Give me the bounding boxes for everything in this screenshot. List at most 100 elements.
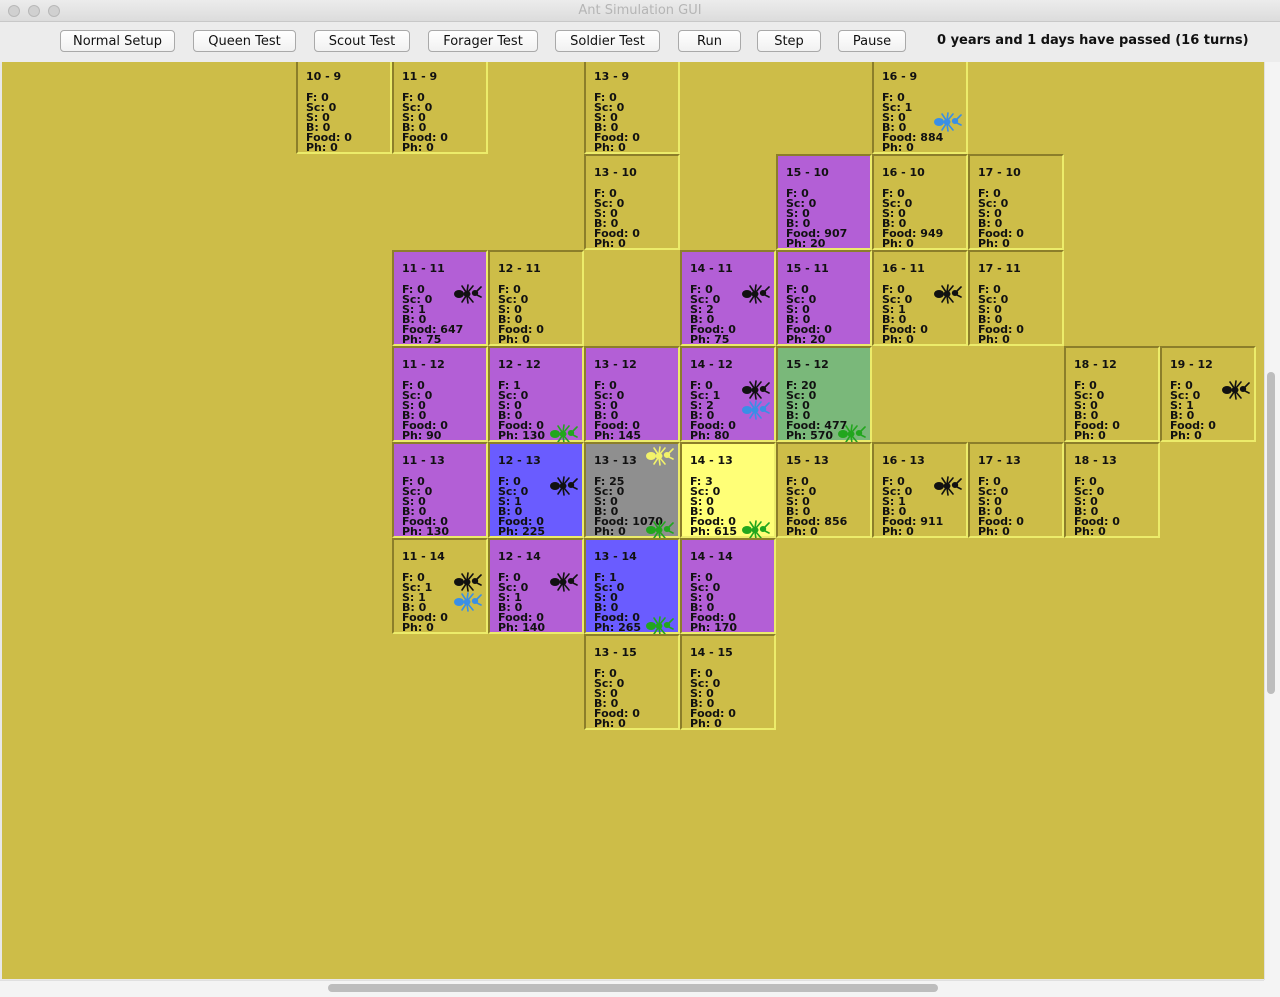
grid-cell[interactable]: 11 - 14 F: 0 Sc: 1 S: 1 B: 0 Food: 0 Ph: 0 <box>392 538 488 634</box>
stat-value: 0 <box>1194 429 1202 442</box>
stat-value: 0 <box>1016 323 1024 336</box>
cell-coordinate: 13 - 15 <box>594 646 637 659</box>
grid-cell[interactable]: 16 - 10 F: 0 Sc: 0 S: 0 B: 0 Food: 949 Ph: 0 <box>872 154 968 250</box>
stat-value: 0 <box>618 717 626 730</box>
colony-grid[interactable]: 10 - 9 F: 0 Sc: 0 S: 0 B: 0 Food: 0 Ph: 0 11 - … <box>2 62 1264 979</box>
stat-value: 949 <box>920 227 944 240</box>
stat-value: 75 <box>714 333 730 346</box>
grid-cell[interactable]: 10 - 9 F: 0 Sc: 0 S: 0 B: 0 Food: 0 Ph: 0 <box>296 62 392 154</box>
cell-stats: F: 0 Sc: 0 S: 1 B: 0 Food: 0 Ph: 0 <box>882 284 928 345</box>
grid-cell[interactable]: 12 - 14 F: 0 Sc: 0 S: 1 B: 0 Food: 0 Ph: 140 <box>488 538 584 634</box>
grid-cell[interactable]: 13 - 10 F: 0 Sc: 0 S: 0 B: 0 Food: 0 Ph: 0 <box>584 154 680 250</box>
grid-cell[interactable]: 15 - 10 F: 0 Sc: 0 S: 0 B: 0 Food: 907 Ph: 20 <box>776 154 872 250</box>
scout-test-button[interactable]: Scout Test <box>314 30 410 52</box>
stat-value: 0 <box>904 485 913 498</box>
horizontal-scroll-thumb[interactable] <box>328 984 938 992</box>
stat-label: Ph: <box>690 429 715 442</box>
stat-label: Ph: <box>594 717 619 730</box>
blue-ant-icon <box>740 400 770 420</box>
pheromone-level: Ph: 0 <box>594 717 640 730</box>
stat-value: 0 <box>714 717 722 730</box>
grid-cell[interactable]: 15 - 12 F: 20 Sc: 0 S: 0 B: 0 Food: 477 Ph: 57… <box>776 346 872 444</box>
stat-value: 911 <box>920 515 944 528</box>
normal-setup-button[interactable]: Normal Setup <box>60 30 175 52</box>
grid-cell[interactable]: 14 - 15 F: 0 Sc: 0 S: 0 B: 0 Food: 0 Ph: 0 <box>680 634 776 730</box>
cell-stats: F: 0 Sc: 0 S: 0 B: 0 Food: 0 Ph: 0 <box>1074 380 1120 441</box>
cell-coordinate: 11 - 12 <box>402 358 445 371</box>
cell-coordinate: 18 - 12 <box>1074 358 1117 371</box>
vertical-scroll-thumb[interactable] <box>1267 372 1275 694</box>
stat-label: Ph: <box>978 237 1003 250</box>
cell-coordinate: 16 - 9 <box>882 70 918 83</box>
soldier-test-button[interactable]: Soldier Test <box>555 30 660 52</box>
stat-value: 0 <box>728 707 736 720</box>
grid-cell[interactable]: 11 - 12 F: 0 Sc: 0 S: 0 B: 0 Food: 0 Ph: 90 <box>392 346 488 442</box>
pheromone-level: Ph: 0 <box>882 526 943 537</box>
pheromone-level: Ph: 0 <box>690 717 736 730</box>
stat-value: 1 <box>424 581 433 594</box>
cell-stats: F: 0 Sc: 0 S: 0 B: 0 Food: 0 Ph: 0 <box>594 92 640 153</box>
cell-stats: F: 0 Sc: 0 S: 2 B: 0 Food: 0 Ph: 75 <box>690 284 736 346</box>
step-button[interactable]: Step <box>757 30 821 52</box>
grid-cell[interactable]: 19 - 12 F: 0 Sc: 0 S: 1 B: 0 Food: 0 Ph: 0 <box>1160 346 1256 442</box>
grid-cell[interactable]: 16 - 13 F: 0 Sc: 0 S: 1 B: 0 Food: 911 Ph: 0 <box>872 442 968 538</box>
pheromone-level: Ph: 0 <box>594 142 640 153</box>
grid-cell[interactable]: 13 - 12 F: 0 Sc: 0 S: 0 B: 0 Food: 0 Ph: 145 <box>584 346 680 442</box>
stat-label: Ph: <box>882 141 907 154</box>
grid-cell[interactable]: 12 - 13 F: 0 Sc: 0 S: 1 B: 0 Food: 0 Ph: 225 <box>488 442 584 538</box>
forager-test-button[interactable]: Forager Test <box>428 30 538 52</box>
stat-value: 0 <box>440 611 448 624</box>
stat-value: 20 <box>810 237 826 250</box>
pause-button[interactable]: Pause <box>838 30 906 52</box>
grid-cell[interactable]: 17 - 13 F: 0 Sc: 0 S: 0 B: 0 Food: 0 Ph: 0 <box>968 442 1064 538</box>
grid-cell[interactable]: 16 - 11 F: 0 Sc: 0 S: 1 B: 0 Food: 0 Ph: 0 <box>872 250 968 346</box>
pheromone-level: Ph: 145 <box>594 430 641 441</box>
pheromone-level: Ph: 20 <box>786 237 847 250</box>
run-button[interactable]: Run <box>678 30 741 52</box>
stat-value: 170 <box>714 621 738 634</box>
stat-label: Ph: <box>594 621 619 634</box>
pheromone-level: Ph: 0 <box>1170 429 1216 442</box>
grid-cell[interactable]: 17 - 11 F: 0 Sc: 0 S: 0 B: 0 Food: 0 Ph: 0 <box>968 250 1064 346</box>
stat-label: Ph: <box>690 333 715 346</box>
grid-cell[interactable]: 15 - 11 F: 0 Sc: 0 S: 0 B: 0 Food: 0 Ph: 20 <box>776 250 872 346</box>
grid-cell[interactable]: 12 - 12 F: 1 Sc: 0 S: 0 B: 0 Food: 0 Ph: 130 <box>488 346 584 444</box>
queen-test-button[interactable]: Queen Test <box>193 30 296 52</box>
stat-value: 0 <box>440 131 448 144</box>
grid-cell[interactable]: 13 - 14 F: 1 Sc: 0 S: 0 B: 0 Food: 0 Ph: 265 <box>584 538 680 636</box>
green-ant-icon <box>836 424 866 444</box>
grid-cell[interactable]: 14 - 11 F: 0 Sc: 0 S: 2 B: 0 Food: 0 Ph: 75 <box>680 250 776 346</box>
grid-cell[interactable]: 12 - 11 F: 0 Sc: 0 S: 0 B: 0 Food: 0 Ph: 0 <box>488 250 584 346</box>
stat-value: 0 <box>1002 237 1010 250</box>
grid-cell[interactable]: 13 - 13 F: 25 Sc: 0 S: 0 B: 0 Food: 1070 Ph: 0 <box>584 442 680 540</box>
grid-cell[interactable]: 18 - 13 F: 0 Sc: 0 S: 0 B: 0 Food: 0 Ph: 0 <box>1064 442 1160 538</box>
grid-cell[interactable]: 13 - 9 F: 0 Sc: 0 S: 0 B: 0 Food: 0 Ph: 0 <box>584 62 680 154</box>
pheromone-level: Ph: 225 <box>498 526 545 537</box>
grid-cell[interactable]: 11 - 11 F: 0 Sc: 0 S: 1 B: 0 Food: 647 Ph: 75 <box>392 250 488 346</box>
grid-cell[interactable]: 17 - 10 F: 0 Sc: 0 S: 0 B: 0 Food: 0 Ph: 0 <box>968 154 1064 250</box>
grid-cell[interactable]: 11 - 9 F: 0 Sc: 0 S: 0 B: 0 Food: 0 Ph: 0 <box>392 62 488 154</box>
pheromone-level: Ph: 0 <box>978 237 1024 250</box>
grid-cell[interactable]: 15 - 13 F: 0 Sc: 0 S: 0 B: 0 Food: 856 Ph: 0 <box>776 442 872 538</box>
stat-value: 0 <box>1192 389 1201 402</box>
cell-coordinate: 15 - 12 <box>786 358 829 371</box>
grid-cell[interactable]: 14 - 13 F: 3 Sc: 0 S: 0 B: 0 Food: 0 Ph: 615 <box>680 442 776 540</box>
cell-coordinate: 19 - 12 <box>1170 358 1213 371</box>
stat-value: 0 <box>1002 333 1010 346</box>
cell-stats: F: 0 Sc: 0 S: 0 B: 0 Food: 0 Ph: 0 <box>402 92 448 153</box>
stat-value: 0 <box>522 333 530 346</box>
stat-value: 140 <box>522 621 546 634</box>
grid-cell[interactable]: 14 - 14 F: 0 Sc: 0 S: 0 B: 0 Food: 0 Ph: 170 <box>680 538 776 634</box>
grid-cell[interactable]: 13 - 15 F: 0 Sc: 0 S: 0 B: 0 Food: 0 Ph: 0 <box>584 634 680 730</box>
cell-stats: F: 0 Sc: 0 S: 1 B: 0 Food: 0 Ph: 0 <box>1170 380 1216 442</box>
cell-stats: F: 0 Sc: 0 S: 1 B: 0 Food: 0 Ph: 140 <box>498 572 546 634</box>
grid-cell[interactable]: 11 - 13 F: 0 Sc: 0 S: 0 B: 0 Food: 0 Ph: 130 <box>392 442 488 538</box>
grid-cell[interactable]: 16 - 9 F: 0 Sc: 1 S: 0 B: 0 Food: 884 Ph: 0 <box>872 62 968 154</box>
black-ant-icon <box>740 284 770 304</box>
grid-cell[interactable]: 14 - 12 F: 0 Sc: 1 S: 2 B: 0 Food: 0 Ph: 80 <box>680 346 776 442</box>
grid-cell[interactable]: 18 - 12 F: 0 Sc: 0 S: 0 B: 0 Food: 0 Ph: 0 <box>1064 346 1160 442</box>
stat-value: 884 <box>920 131 944 144</box>
stat-value: 0 <box>904 293 913 306</box>
cell-coordinate: 14 - 13 <box>690 454 733 467</box>
cell-coordinate: 13 - 10 <box>594 166 637 179</box>
